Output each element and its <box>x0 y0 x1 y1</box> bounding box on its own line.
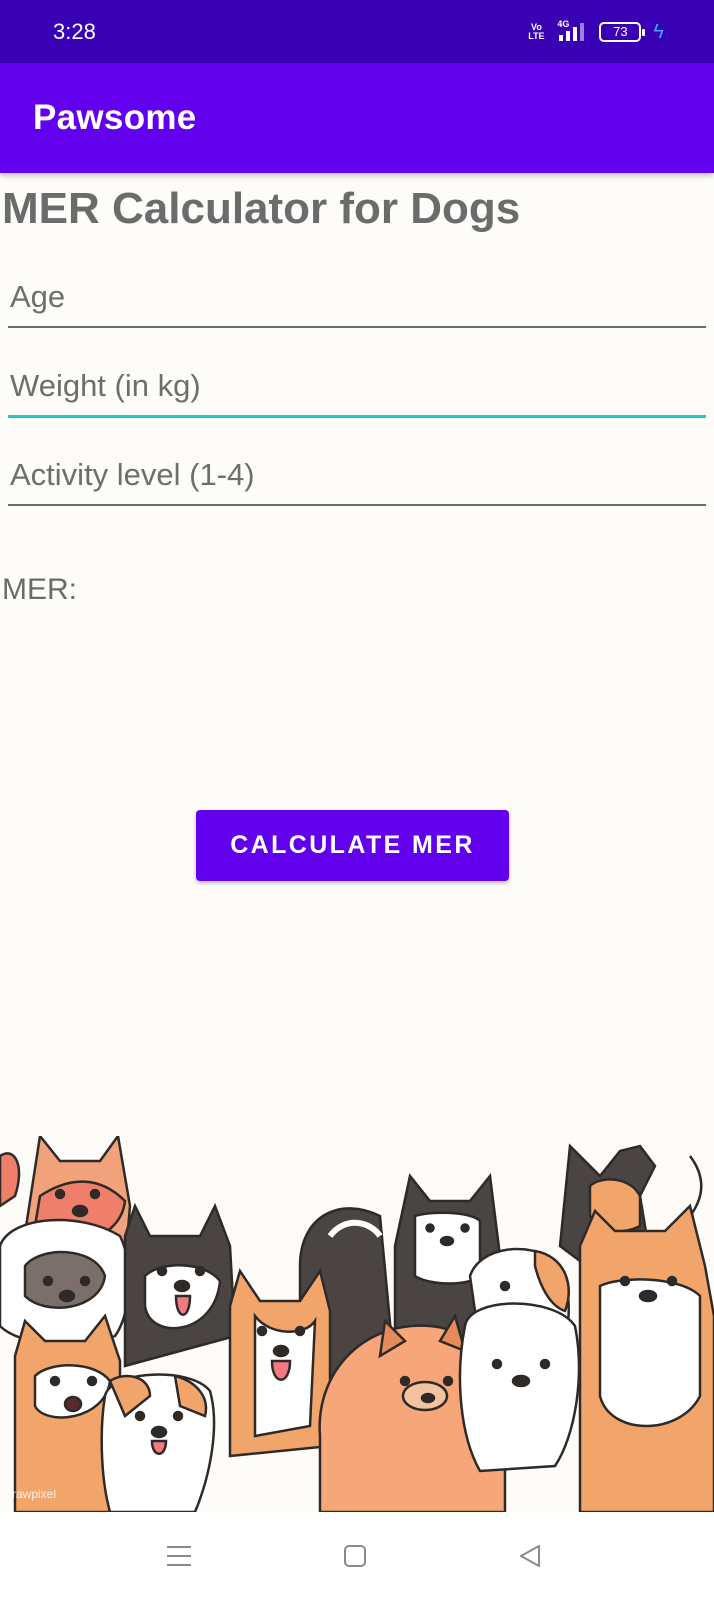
home-icon[interactable] <box>310 1512 400 1599</box>
weight-underline <box>8 415 706 418</box>
status-icons: Vo LTE 4G 73 ϟ <box>527 18 664 46</box>
illustration-watermark: rawpixel <box>12 1487 57 1501</box>
battery-level: 73 <box>613 24 628 39</box>
weight-field-container <box>8 357 706 418</box>
age-field-container <box>8 268 706 328</box>
charging-icon: ϟ <box>653 20 664 43</box>
age-underline <box>8 326 706 328</box>
page-title: MER Calculator for Dogs <box>2 184 521 233</box>
age-input[interactable] <box>8 268 706 326</box>
status-time: 3:28 <box>53 19 96 44</box>
activity-underline <box>8 504 706 506</box>
weight-input[interactable] <box>8 357 706 415</box>
dogs-illustration <box>0 1136 714 1512</box>
navigation-bar <box>0 1512 714 1599</box>
status-bar: 3:28 Vo LTE 4G 73 ϟ <box>0 0 714 63</box>
menu-icon[interactable] <box>134 1512 224 1599</box>
calculate-mer-button[interactable]: CALCULATE MER <box>196 810 509 881</box>
battery-icon: 73 <box>599 22 646 42</box>
volte-icon: Vo LTE <box>528 22 545 41</box>
network-type: 4G <box>557 19 570 29</box>
activity-level-input[interactable] <box>8 446 706 504</box>
app-title: Pawsome <box>33 98 197 137</box>
app-bar: Pawsome <box>0 63 714 173</box>
signal-icon: 4G <box>555 19 589 43</box>
activity-field-container <box>8 446 706 506</box>
back-icon[interactable] <box>485 1512 575 1599</box>
mer-result-label: MER: <box>2 573 77 606</box>
